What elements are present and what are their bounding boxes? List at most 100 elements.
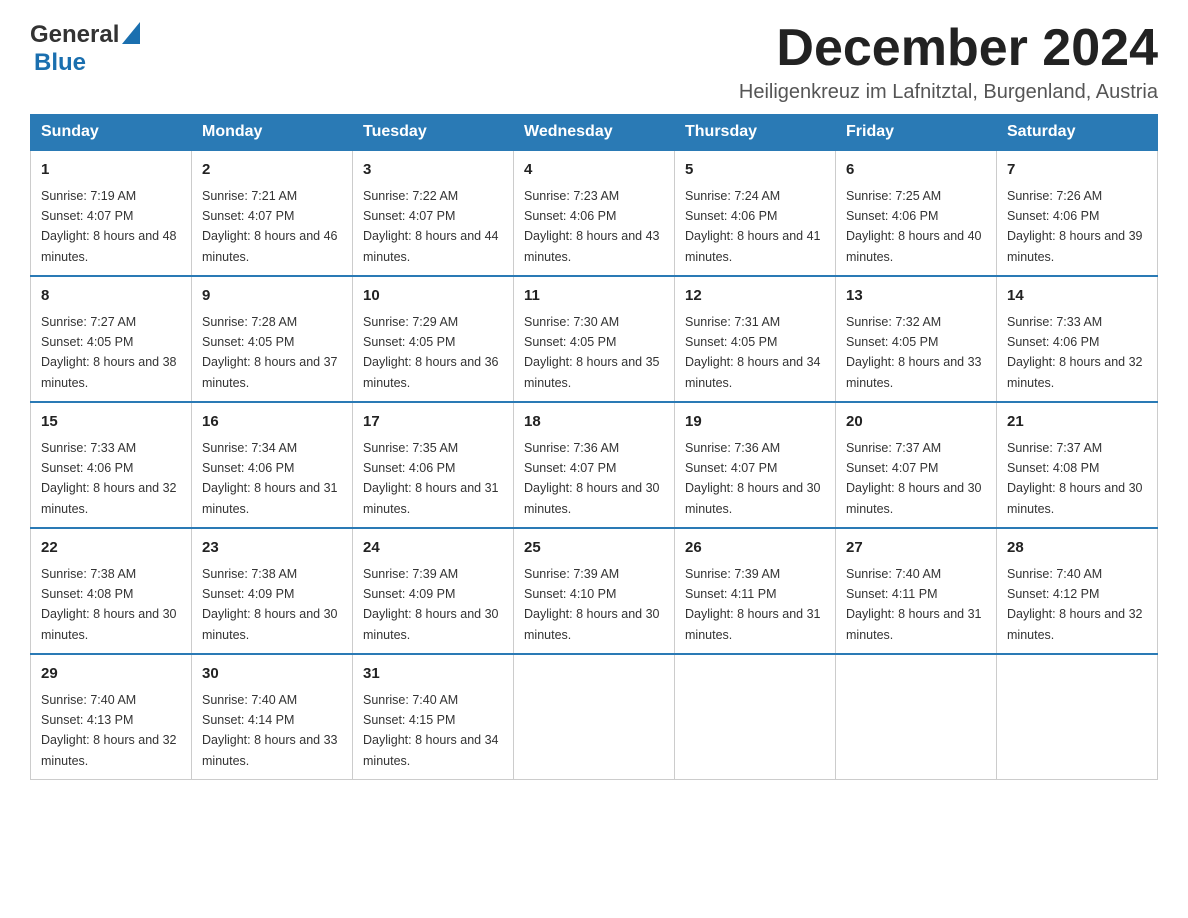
- day-info: Sunrise: 7:38 AMSunset: 4:09 PMDaylight:…: [202, 567, 338, 642]
- day-number: 12: [685, 285, 825, 308]
- table-row: 17 Sunrise: 7:35 AMSunset: 4:06 PMDaylig…: [353, 402, 514, 528]
- day-info: Sunrise: 7:36 AMSunset: 4:07 PMDaylight:…: [524, 441, 660, 516]
- logo-triangle-icon: [122, 22, 140, 44]
- table-row: [675, 654, 836, 780]
- day-info: Sunrise: 7:39 AMSunset: 4:10 PMDaylight:…: [524, 567, 660, 642]
- day-number: 1: [41, 159, 181, 182]
- table-row: 25 Sunrise: 7:39 AMSunset: 4:10 PMDaylig…: [514, 528, 675, 654]
- location-title: Heiligenkreuz im Lafnitztal, Burgenland,…: [739, 81, 1158, 104]
- table-row: [514, 654, 675, 780]
- table-row: 3 Sunrise: 7:22 AMSunset: 4:07 PMDayligh…: [353, 150, 514, 276]
- table-row: 31 Sunrise: 7:40 AMSunset: 4:15 PMDaylig…: [353, 654, 514, 780]
- day-info: Sunrise: 7:27 AMSunset: 4:05 PMDaylight:…: [41, 315, 177, 390]
- table-row: 6 Sunrise: 7:25 AMSunset: 4:06 PMDayligh…: [836, 150, 997, 276]
- day-number: 21: [1007, 411, 1147, 434]
- table-row: 14 Sunrise: 7:33 AMSunset: 4:06 PMDaylig…: [997, 276, 1158, 402]
- calendar-week-row: 29 Sunrise: 7:40 AMSunset: 4:13 PMDaylig…: [31, 654, 1158, 780]
- day-info: Sunrise: 7:36 AMSunset: 4:07 PMDaylight:…: [685, 441, 821, 516]
- page-header: General Blue December 2024 Heiligenkreuz…: [30, 20, 1158, 104]
- table-row: 11 Sunrise: 7:30 AMSunset: 4:05 PMDaylig…: [514, 276, 675, 402]
- day-info: Sunrise: 7:22 AMSunset: 4:07 PMDaylight:…: [363, 189, 499, 264]
- table-row: [997, 654, 1158, 780]
- day-number: 22: [41, 537, 181, 560]
- day-number: 29: [41, 663, 181, 686]
- day-number: 18: [524, 411, 664, 434]
- table-row: 29 Sunrise: 7:40 AMSunset: 4:13 PMDaylig…: [31, 654, 192, 780]
- day-number: 26: [685, 537, 825, 560]
- day-info: Sunrise: 7:39 AMSunset: 4:09 PMDaylight:…: [363, 567, 499, 642]
- day-number: 8: [41, 285, 181, 308]
- day-number: 9: [202, 285, 342, 308]
- table-row: 13 Sunrise: 7:32 AMSunset: 4:05 PMDaylig…: [836, 276, 997, 402]
- logo-blue-text: Blue: [34, 49, 86, 77]
- day-number: 15: [41, 411, 181, 434]
- table-row: 20 Sunrise: 7:37 AMSunset: 4:07 PMDaylig…: [836, 402, 997, 528]
- day-number: 30: [202, 663, 342, 686]
- table-row: 1 Sunrise: 7:19 AMSunset: 4:07 PMDayligh…: [31, 150, 192, 276]
- day-info: Sunrise: 7:30 AMSunset: 4:05 PMDaylight:…: [524, 315, 660, 390]
- day-info: Sunrise: 7:39 AMSunset: 4:11 PMDaylight:…: [685, 567, 821, 642]
- day-number: 4: [524, 159, 664, 182]
- day-info: Sunrise: 7:21 AMSunset: 4:07 PMDaylight:…: [202, 189, 338, 264]
- table-row: 4 Sunrise: 7:23 AMSunset: 4:06 PMDayligh…: [514, 150, 675, 276]
- calendar-header-row: Sunday Monday Tuesday Wednesday Thursday…: [31, 115, 1158, 151]
- day-info: Sunrise: 7:40 AMSunset: 4:11 PMDaylight:…: [846, 567, 982, 642]
- day-info: Sunrise: 7:31 AMSunset: 4:05 PMDaylight:…: [685, 315, 821, 390]
- day-number: 5: [685, 159, 825, 182]
- day-number: 14: [1007, 285, 1147, 308]
- table-row: 7 Sunrise: 7:26 AMSunset: 4:06 PMDayligh…: [997, 150, 1158, 276]
- calendar-table: Sunday Monday Tuesday Wednesday Thursday…: [30, 114, 1158, 780]
- table-row: 18 Sunrise: 7:36 AMSunset: 4:07 PMDaylig…: [514, 402, 675, 528]
- day-number: 17: [363, 411, 503, 434]
- day-number: 23: [202, 537, 342, 560]
- table-row: 5 Sunrise: 7:24 AMSunset: 4:06 PMDayligh…: [675, 150, 836, 276]
- day-info: Sunrise: 7:40 AMSunset: 4:14 PMDaylight:…: [202, 693, 338, 768]
- table-row: 19 Sunrise: 7:36 AMSunset: 4:07 PMDaylig…: [675, 402, 836, 528]
- col-friday: Friday: [836, 115, 997, 151]
- table-row: 30 Sunrise: 7:40 AMSunset: 4:14 PMDaylig…: [192, 654, 353, 780]
- day-number: 27: [846, 537, 986, 560]
- table-row: 8 Sunrise: 7:27 AMSunset: 4:05 PMDayligh…: [31, 276, 192, 402]
- title-section: December 2024 Heiligenkreuz im Lafnitzta…: [739, 20, 1158, 104]
- day-info: Sunrise: 7:37 AMSunset: 4:07 PMDaylight:…: [846, 441, 982, 516]
- day-info: Sunrise: 7:35 AMSunset: 4:06 PMDaylight:…: [363, 441, 499, 516]
- table-row: 23 Sunrise: 7:38 AMSunset: 4:09 PMDaylig…: [192, 528, 353, 654]
- table-row: 16 Sunrise: 7:34 AMSunset: 4:06 PMDaylig…: [192, 402, 353, 528]
- day-number: 24: [363, 537, 503, 560]
- table-row: 10 Sunrise: 7:29 AMSunset: 4:05 PMDaylig…: [353, 276, 514, 402]
- day-number: 16: [202, 411, 342, 434]
- col-wednesday: Wednesday: [514, 115, 675, 151]
- table-row: 22 Sunrise: 7:38 AMSunset: 4:08 PMDaylig…: [31, 528, 192, 654]
- table-row: 24 Sunrise: 7:39 AMSunset: 4:09 PMDaylig…: [353, 528, 514, 654]
- month-title: December 2024: [739, 20, 1158, 77]
- calendar-week-row: 8 Sunrise: 7:27 AMSunset: 4:05 PMDayligh…: [31, 276, 1158, 402]
- table-row: [836, 654, 997, 780]
- col-thursday: Thursday: [675, 115, 836, 151]
- day-info: Sunrise: 7:38 AMSunset: 4:08 PMDaylight:…: [41, 567, 177, 642]
- col-sunday: Sunday: [31, 115, 192, 151]
- day-info: Sunrise: 7:26 AMSunset: 4:06 PMDaylight:…: [1007, 189, 1143, 264]
- day-info: Sunrise: 7:24 AMSunset: 4:06 PMDaylight:…: [685, 189, 821, 264]
- col-saturday: Saturday: [997, 115, 1158, 151]
- day-info: Sunrise: 7:33 AMSunset: 4:06 PMDaylight:…: [1007, 315, 1143, 390]
- table-row: 21 Sunrise: 7:37 AMSunset: 4:08 PMDaylig…: [997, 402, 1158, 528]
- day-number: 7: [1007, 159, 1147, 182]
- logo-general-text: General: [30, 21, 119, 49]
- day-info: Sunrise: 7:40 AMSunset: 4:15 PMDaylight:…: [363, 693, 499, 768]
- col-monday: Monday: [192, 115, 353, 151]
- day-number: 2: [202, 159, 342, 182]
- day-number: 28: [1007, 537, 1147, 560]
- day-number: 6: [846, 159, 986, 182]
- day-number: 3: [363, 159, 503, 182]
- day-number: 31: [363, 663, 503, 686]
- day-info: Sunrise: 7:23 AMSunset: 4:06 PMDaylight:…: [524, 189, 660, 264]
- day-number: 13: [846, 285, 986, 308]
- table-row: 2 Sunrise: 7:21 AMSunset: 4:07 PMDayligh…: [192, 150, 353, 276]
- table-row: 12 Sunrise: 7:31 AMSunset: 4:05 PMDaylig…: [675, 276, 836, 402]
- day-number: 11: [524, 285, 664, 308]
- day-number: 20: [846, 411, 986, 434]
- col-tuesday: Tuesday: [353, 115, 514, 151]
- day-info: Sunrise: 7:33 AMSunset: 4:06 PMDaylight:…: [41, 441, 177, 516]
- day-info: Sunrise: 7:37 AMSunset: 4:08 PMDaylight:…: [1007, 441, 1143, 516]
- logo: General Blue: [30, 20, 140, 77]
